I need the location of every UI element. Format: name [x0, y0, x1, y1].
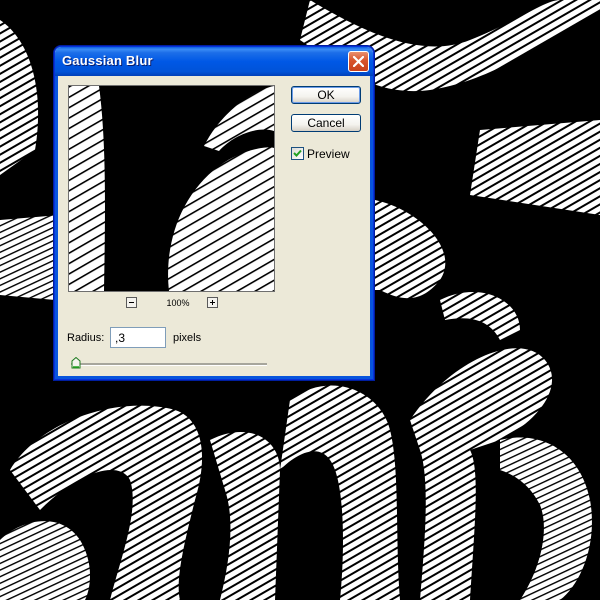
- dialog-frame-right: [370, 76, 373, 379]
- zoom-out-icon: [129, 302, 134, 303]
- radius-label: Radius:: [67, 332, 105, 344]
- dialog-titlebar[interactable]: Gaussian Blur: [55, 47, 373, 76]
- zoom-in-button[interactable]: [207, 297, 218, 308]
- dialog-frame-bottom: [55, 376, 373, 379]
- close-icon: [353, 56, 364, 67]
- slider-thumb-icon: [71, 356, 81, 369]
- cancel-button[interactable]: Cancel: [291, 114, 361, 132]
- zoom-out-button[interactable]: [126, 297, 137, 308]
- radius-slider-track[interactable]: [71, 363, 267, 366]
- close-button[interactable]: [348, 51, 369, 72]
- checkmark-icon: [293, 149, 302, 157]
- zoom-in-icon: [210, 300, 215, 305]
- preview-image: [69, 86, 274, 291]
- dialog-frame-left: [55, 76, 58, 379]
- radius-input[interactable]: [110, 327, 166, 348]
- dialog-title: Gaussian Blur: [62, 53, 153, 68]
- zoom-controls: 100%: [68, 297, 275, 311]
- gaussian-blur-dialog: Gaussian Blur 100% OK Cancel Preview Rad…: [54, 46, 374, 380]
- zoom-level: 100%: [166, 298, 190, 308]
- radius-units: pixels: [173, 332, 202, 344]
- ok-button[interactable]: OK: [291, 86, 361, 104]
- preview-label: Preview: [307, 147, 350, 161]
- radius-slider-thumb[interactable]: [71, 356, 81, 369]
- preview-checkbox[interactable]: [291, 147, 304, 160]
- preview-pane[interactable]: [68, 85, 275, 292]
